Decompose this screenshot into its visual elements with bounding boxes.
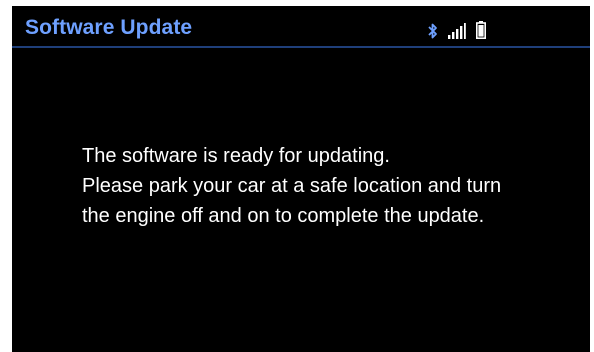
status-bar: [428, 19, 486, 39]
header-bar: Software Update: [12, 6, 590, 50]
header-divider: [12, 46, 590, 48]
display-screen: Software Update The software is ready fo…: [12, 6, 590, 352]
message-line: Please park your car at a safe location …: [82, 175, 502, 197]
message-line: the engine off and on to complete the up…: [82, 205, 485, 227]
message-line: The software is ready for updating.: [82, 145, 390, 167]
bluetooth-icon: [428, 23, 438, 39]
battery-icon: [476, 21, 486, 39]
update-message: The software is ready for updating. Plea…: [82, 141, 582, 231]
signal-strength-icon: [448, 23, 466, 39]
page-title: Software Update: [25, 16, 193, 39]
